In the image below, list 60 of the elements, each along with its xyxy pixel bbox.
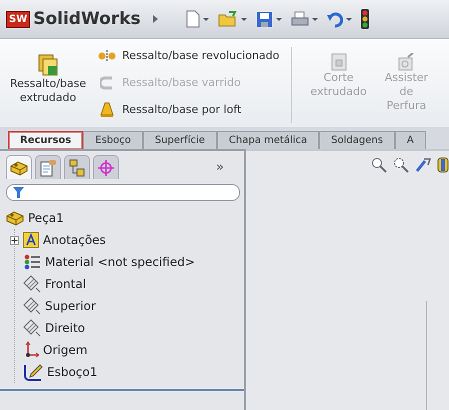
revolve-icon	[98, 50, 116, 62]
hole-wizard-icon	[398, 53, 414, 71]
ribbon-command[interactable]: Ressalto/base revolucionado	[98, 45, 280, 66]
print-icon[interactable]	[290, 10, 309, 28]
app-logo: SW	[6, 10, 30, 28]
panel-tab[interactable]	[6, 155, 32, 179]
origin-icon	[23, 341, 39, 359]
tab[interactable]: Chapa metálica	[216, 131, 320, 149]
filter-field[interactable]	[6, 184, 240, 201]
tab[interactable]: Esboço	[83, 131, 143, 149]
ribbon-command[interactable]: Ressalto/base por loft	[98, 99, 280, 120]
material-icon	[23, 254, 41, 270]
undo-icon[interactable]	[326, 10, 343, 28]
annotation-icon	[23, 232, 39, 248]
tab[interactable]: Superfície	[142, 131, 217, 149]
tree-item[interactable]: Anotações	[43, 233, 106, 247]
panel-tab[interactable]	[35, 155, 61, 179]
traffic-light-icon[interactable]	[360, 9, 369, 29]
tree-item[interactable]: Esboço1	[47, 365, 98, 379]
loft-icon	[100, 102, 114, 118]
expand-arrow-icon[interactable]	[152, 15, 158, 23]
more-chevron[interactable]: »	[216, 160, 224, 174]
dropdown-arrow-icon[interactable]	[276, 18, 282, 20]
dropdown-arrow-icon[interactable]	[202, 18, 209, 20]
ribbon-button[interactable]: Ressalto/base extrudado	[4, 43, 92, 127]
cut-icon	[330, 53, 347, 71]
tab[interactable]: A	[394, 131, 426, 149]
sketch-icon	[23, 362, 43, 382]
tree-item[interactable]: Superior	[45, 299, 96, 313]
dropdown-arrow-icon[interactable]	[240, 18, 247, 20]
section-view-icon[interactable]	[437, 157, 449, 173]
plane-icon	[23, 319, 41, 337]
tree-item[interactable]: Origem	[43, 343, 88, 357]
tree-item[interactable]: Direito	[45, 321, 86, 335]
tree-item[interactable]: Material <not specified>	[45, 255, 195, 269]
plane-icon	[23, 297, 41, 315]
configuration-icon	[68, 158, 86, 176]
previous-view-icon[interactable]	[415, 157, 431, 173]
save-icon[interactable]	[256, 10, 273, 28]
expand-icon[interactable]	[10, 236, 19, 244]
zoom-fit-icon[interactable]	[371, 157, 387, 173]
app-title: SolidWorks	[33, 9, 141, 29]
dropdown-arrow-icon[interactable]	[346, 18, 352, 20]
tree-item[interactable]: Peça1	[28, 211, 64, 225]
panel-tab[interactable]	[64, 155, 90, 179]
tree-item[interactable]: Frontal	[45, 277, 86, 291]
open-folder-icon[interactable]	[218, 10, 238, 28]
sweep-icon	[100, 76, 114, 90]
tab[interactable]: Soldagens	[319, 131, 395, 149]
part-icon	[6, 210, 24, 226]
zoom-area-icon[interactable]	[393, 157, 409, 173]
dropdown-arrow-icon[interactable]	[312, 18, 318, 20]
crosshair-icon	[97, 158, 115, 176]
filter-icon	[13, 187, 24, 198]
part-icon	[10, 160, 28, 176]
extrude-icon	[37, 53, 60, 77]
tab[interactable]: Recursos	[8, 131, 84, 149]
plane-icon	[23, 275, 41, 293]
new-document-icon[interactable]	[186, 10, 200, 28]
property-icon	[39, 158, 57, 176]
